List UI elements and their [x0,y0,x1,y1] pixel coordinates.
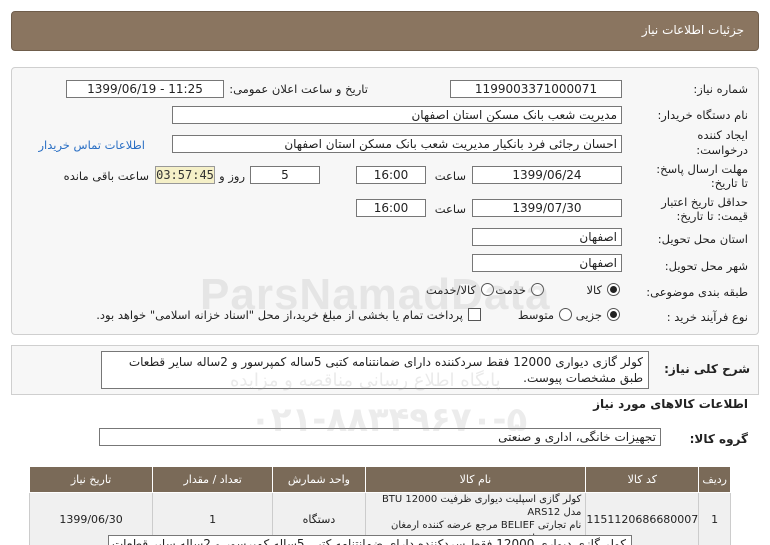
col-unit: واحد شمارش [272,466,366,493]
reply-time-field: 16:00 [356,166,426,184]
col-name: نام کالا [364,466,587,493]
category-radio-goods-service[interactable] [481,283,494,296]
category-radio-service[interactable] [531,283,544,296]
reply-time-label: ساعت [434,169,466,183]
process-label: نوع فرآیند خرید : [666,310,748,324]
province-field: اصفهان [472,228,622,246]
description-section: شرح کلی نیاز: کولر گازی دیواری 12000 فقط… [11,345,759,395]
process-option-minor: جزیی [575,308,602,322]
process-radio-medium[interactable] [559,308,572,321]
treasury-checkbox[interactable] [468,308,481,321]
remaining-days-field: 5 [250,166,320,184]
goods-table-header: ردیف کد کالا نام کالا واحد شمارش تعداد /… [28,466,731,493]
validity-label-1: حداقل تاریخ اعتبار [661,195,748,209]
goods-section-title: اطلاعات کالاهای مورد نیاز [593,397,748,411]
col-index: ردیف [698,466,731,493]
creator-label-1: ایجاد کننده [697,128,748,142]
description-label: شرح کلی نیاز: [664,362,750,376]
remaining-label: ساعت باقی مانده [63,169,149,183]
goods-table: ردیف کد کالا نام کالا واحد شمارش تعداد /… [28,466,731,545]
validity-time-label: ساعت [434,202,466,216]
goods-group-label: گروه کالا: [689,432,748,446]
announce-label: تاریخ و ساعت اعلان عمومی: [229,82,368,96]
need-number-field: 1199003371000071 [450,80,622,98]
reply-label-2: تا تاریخ: [710,176,748,190]
goods-group-field: تجهیزات خانگی، اداری و صنعتی [99,428,661,446]
days-label: روز و [219,169,245,183]
page-header: جزئیات اطلاعات نیاز [11,11,759,51]
validity-date-field: 1399/07/30 [472,199,622,217]
creator-field: احسان رجائی فرد بانکیار مدیریت شعب بانک … [172,135,622,153]
announce-field: 1399/06/19 - 11:25 [66,80,224,98]
treasury-note: پرداخت تمام یا بخشی از مبلغ خرید،از محل … [96,308,463,322]
validity-time-field: 16:00 [356,199,426,217]
city-field: اصفهان [472,254,622,272]
validity-label-2: قیمت: تا تاریخ: [676,209,748,223]
row-index: 1 [698,492,731,545]
col-code: کد کالا [585,466,700,493]
buyer-contact-link[interactable]: اطلاعات تماس خریدار [38,138,145,152]
category-radio-goods[interactable] [607,283,620,296]
remaining-time-counter: 03:57:45 [155,166,215,184]
process-radio-minor[interactable] [607,308,620,321]
buyer-field: مدیریت شعب بانک مسکن استان اصفهان [172,106,622,124]
description-text: کولر گازی دیواری 12000 فقط سردکننده دارا… [101,351,649,389]
city-label: شهر محل تحویل: [664,259,748,273]
process-option-medium: متوسط [517,308,554,322]
page-title: جزئیات اطلاعات نیاز [641,23,744,37]
reply-label-1: مهلت ارسال پاسخ: [656,162,748,176]
category-option-goods: کالا [586,283,602,297]
row-name-line1: کولر گازی اسپلیت دیواری ظرفیت BTU 12000 … [381,494,582,518]
province-label: استان محل تحویل: [657,232,748,246]
need-number-label: شماره نیاز: [693,82,748,96]
col-qty: تعداد / مقدار [152,466,274,493]
reply-date-field: 1399/06/24 [472,166,622,184]
category-option-service: خدمت [495,283,526,297]
category-option-goods-service: کالا/خدمت [425,283,476,297]
bottom-description: کولر گازی دیواری 12000 فقط سردکننده دارا… [108,535,632,545]
col-date: تاریخ نیاز [28,466,154,493]
creator-label-2: درخواست: [696,143,748,157]
buyer-label: نام دستگاه خریدار: [657,108,748,122]
category-label: طبقه بندی موضوعی: [646,285,748,299]
